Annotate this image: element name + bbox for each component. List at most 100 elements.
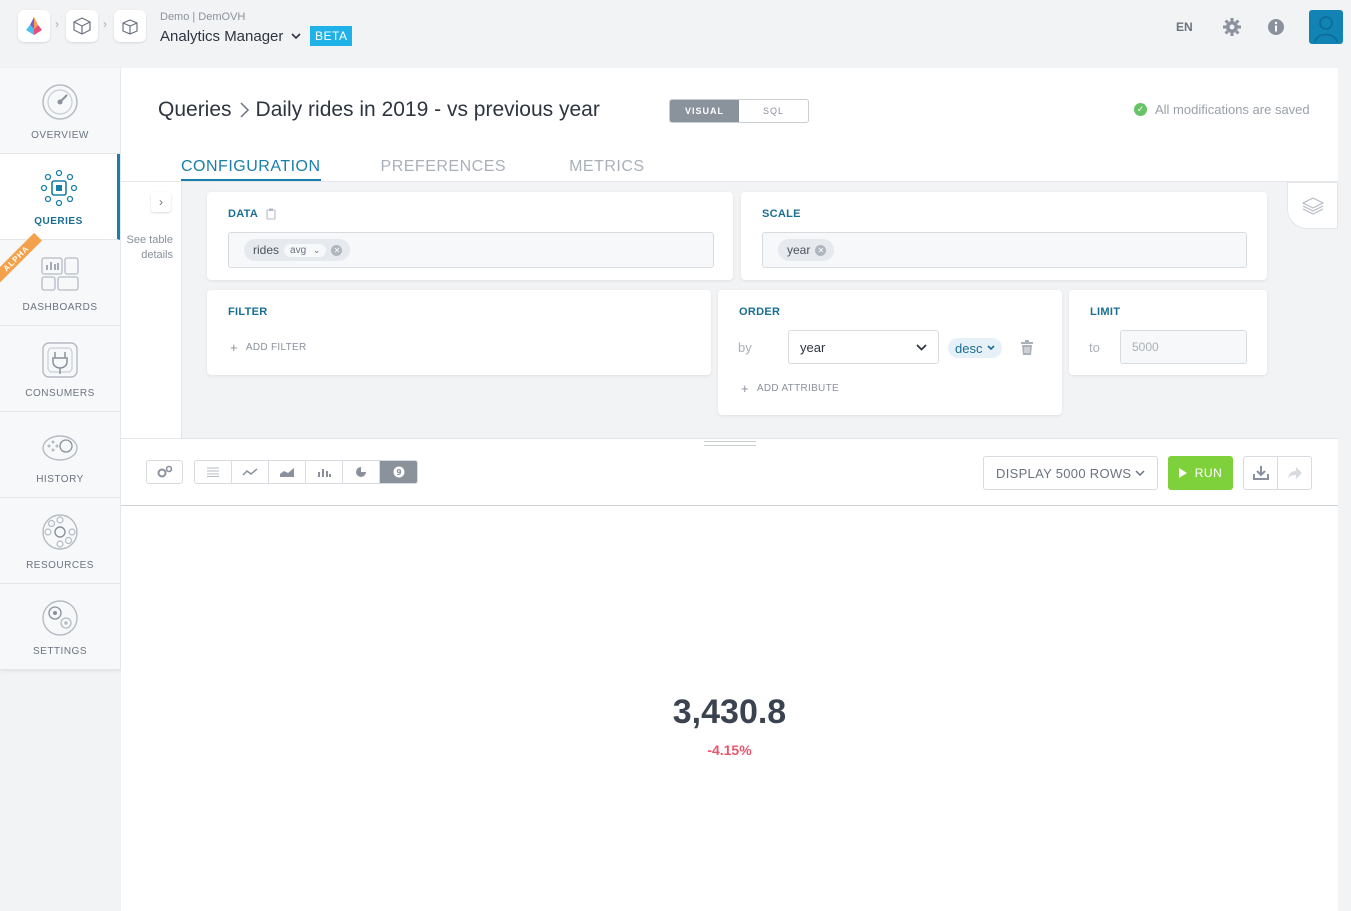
tab-metrics[interactable]: METRICS [569, 158, 645, 181]
scale-field[interactable]: year ✕ [762, 232, 1247, 268]
sidebar-item-label: CONSUMERS [25, 388, 95, 399]
metric-value: 3,430.8 [672, 693, 787, 731]
data-card: DATA rides avg ⌄ ✕ [207, 192, 733, 280]
tab-configuration[interactable]: CONFIGURATION [181, 158, 321, 181]
download-icon [1252, 466, 1269, 480]
top-bar: › › Demo | DemOVH Analytics Manager BETA… [0, 0, 1351, 60]
configuration-area: DATA rides avg ⌄ ✕ SCALE year ✕ FILTER +… [182, 182, 1338, 438]
remove-chip-icon[interactable]: ✕ [815, 244, 827, 256]
language-selector[interactable]: EN [1176, 20, 1193, 34]
data-field[interactable]: rides avg ⌄ ✕ [228, 232, 714, 268]
layers-button[interactable] [1287, 182, 1338, 229]
queries-icon [39, 168, 79, 208]
sidebar-item-resources[interactable]: RESOURCES [0, 498, 120, 584]
order-direction-value: desc [955, 340, 983, 356]
sidebar-item-label: SETTINGS [32, 646, 87, 657]
speedometer-icon [40, 82, 80, 122]
tab-preferences[interactable]: PREFERENCES [381, 158, 507, 181]
visual-mode-button[interactable]: VISUAL [670, 100, 739, 122]
table-details-gutter: › See table details [121, 182, 182, 438]
sidebar-item-label: OVERVIEW [31, 130, 89, 141]
area-viz-button[interactable] [269, 461, 306, 483]
cube-icon[interactable] [66, 10, 98, 42]
check-circle-icon: ✓ [1134, 103, 1147, 116]
chevron-down-icon: ⌄ [312, 244, 321, 255]
sidebar-item-settings[interactable]: SETTINGS [0, 584, 120, 670]
play-icon [1178, 468, 1187, 478]
data-title-text: DATA [228, 208, 259, 220]
dashboards-icon [40, 254, 80, 294]
breadcrumb-separator-icon: › [103, 17, 107, 31]
share-icon [1287, 467, 1302, 479]
order-attribute-select[interactable]: year [788, 330, 939, 364]
divider [121, 505, 1338, 506]
order-card-title: ORDER [739, 306, 781, 318]
sql-mode-button[interactable]: SQL [739, 100, 808, 122]
sidebar-item-history[interactable]: HISTORY [0, 412, 120, 498]
sidebar-item-overview[interactable]: OVERVIEW [0, 68, 120, 154]
layers-icon [1301, 196, 1324, 215]
chevron-down-icon [1135, 470, 1145, 476]
sidebar-item-label: QUERIES [34, 216, 83, 227]
area-chart-icon [280, 468, 294, 477]
order-by-label: by [738, 340, 752, 355]
sidebar-item-consumers[interactable]: CONSUMERS [0, 326, 120, 412]
pie-viz-button[interactable] [343, 461, 380, 483]
see-table-details-link[interactable]: See table details [121, 233, 173, 263]
query-name[interactable]: Daily rides in 2019 - vs previous year [256, 98, 600, 122]
chevron-down-icon [291, 33, 301, 40]
gear-icon[interactable] [1222, 17, 1242, 37]
beta-badge: BETA [310, 26, 353, 46]
limit-card-title: LIMIT [1090, 306, 1121, 318]
display-rows-label: DISPLAY 5000 ROWS [996, 465, 1132, 481]
sidebar-item-label: DASHBOARDS [22, 302, 98, 313]
line-chart-icon [242, 468, 258, 476]
trash-icon[interactable] [1020, 340, 1034, 361]
clipboard-icon[interactable] [266, 208, 276, 220]
number-viz-button[interactable]: 9 [380, 461, 417, 483]
add-filter-button[interactable]: + ADD FILTER [230, 340, 307, 355]
divider [121, 438, 1338, 439]
info-icon[interactable] [1266, 17, 1286, 37]
box-icon[interactable] [114, 10, 146, 42]
aggregation-value: avg [290, 244, 307, 256]
add-attribute-label: ADD ATTRIBUTE [756, 383, 839, 394]
order-attribute-value: year [800, 339, 826, 355]
limit-input[interactable]: 5000 [1120, 330, 1247, 364]
history-icon [40, 426, 80, 466]
data-chip[interactable]: rides avg ⌄ ✕ [244, 239, 351, 261]
logo-icon[interactable] [18, 10, 50, 42]
expand-table-details-button[interactable]: › [151, 192, 171, 212]
plus-icon: + [741, 381, 749, 396]
filter-card-title: FILTER [228, 306, 268, 318]
run-button[interactable]: RUN [1168, 456, 1233, 490]
share-button[interactable] [1277, 456, 1312, 490]
remove-chip-icon[interactable]: ✕ [331, 244, 343, 256]
order-direction-select[interactable]: desc [948, 338, 1003, 358]
display-rows-select[interactable]: DISPLAY 5000 ROWS [983, 456, 1158, 490]
app-switcher[interactable]: Analytics Manager [160, 28, 301, 45]
add-attribute-button[interactable]: + ADD ATTRIBUTE [741, 381, 839, 396]
plus-icon: + [230, 340, 238, 355]
download-button[interactable] [1243, 456, 1278, 490]
breadcrumb-root[interactable]: Queries [158, 98, 232, 122]
limit-card: LIMIT to 5000 [1069, 290, 1267, 375]
app-title: Analytics Manager [160, 28, 284, 45]
table-viz-button[interactable] [195, 461, 232, 483]
breadcrumb-separator-icon: › [55, 17, 59, 31]
avatar[interactable] [1309, 10, 1343, 44]
cogs-icon [157, 465, 172, 478]
line-viz-button[interactable] [232, 461, 269, 483]
visualization-selector: 9 [194, 460, 418, 484]
bar-viz-button[interactable] [306, 461, 343, 483]
data-chip-label: rides [253, 243, 280, 257]
sidebar-item-label: HISTORY [36, 474, 84, 485]
svg-text:9: 9 [396, 468, 401, 477]
resize-handle[interactable] [704, 441, 756, 446]
settings-button[interactable] [146, 460, 183, 484]
sidebar-item-queries[interactable]: QUERIES [0, 154, 120, 240]
scale-card: SCALE year ✕ [741, 192, 1267, 280]
scale-chip[interactable]: year ✕ [778, 239, 835, 261]
plug-icon [40, 340, 80, 380]
aggregation-select[interactable]: avg ⌄ [284, 243, 327, 257]
